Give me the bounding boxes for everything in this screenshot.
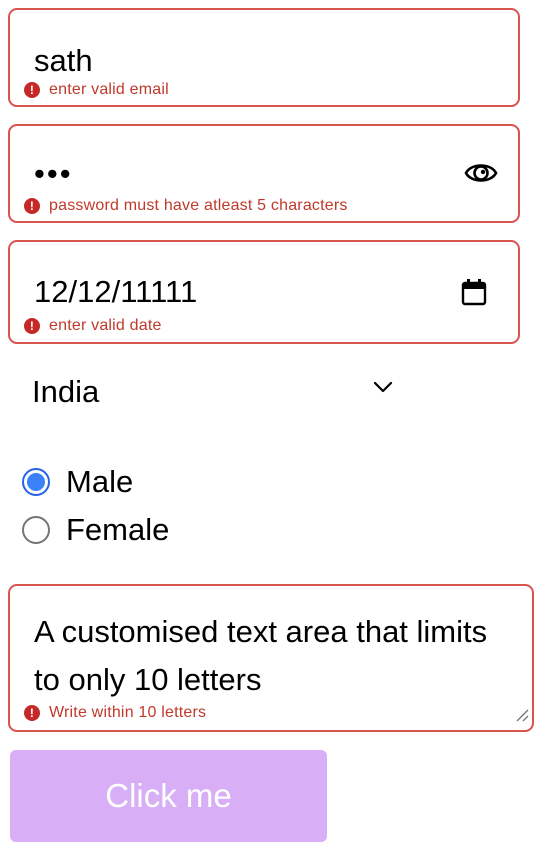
message-textarea[interactable]: A customised text area that limits to on… <box>8 584 534 732</box>
message-error-text: Write within 10 letters <box>49 704 207 721</box>
radio-female[interactable] <box>22 516 50 544</box>
email-error-text: enter valid email <box>49 81 169 98</box>
password-error: ! password must have atleast 5 character… <box>24 197 348 215</box>
calendar-icon[interactable] <box>458 276 490 308</box>
radio-label-female: Female <box>66 512 170 547</box>
submit-button[interactable]: Click me <box>10 750 327 842</box>
radio-male[interactable] <box>22 468 50 496</box>
date-field[interactable]: 12/12/11111 ! enter valid date <box>8 240 520 344</box>
radio-option-female[interactable]: Female <box>22 512 169 548</box>
password-input-value: ••• <box>34 156 73 191</box>
error-icon: ! <box>24 198 40 214</box>
error-icon: ! <box>24 705 40 721</box>
chevron-down-icon <box>372 380 394 399</box>
eye-icon[interactable] <box>463 158 499 188</box>
country-selected-value: India <box>32 374 100 409</box>
radio-label-male: Male <box>66 464 134 499</box>
email-field[interactable]: sath ! enter valid email <box>8 8 520 107</box>
resize-handle-icon[interactable] <box>515 708 529 727</box>
error-icon: ! <box>24 318 40 334</box>
message-textarea-value: A customised text area that limits to on… <box>34 614 488 697</box>
password-field[interactable]: ••• ! password must have atleast 5 chara… <box>8 124 520 223</box>
date-input-value: 12/12/11111 <box>34 274 198 309</box>
email-input-value: sath <box>34 43 93 78</box>
password-error-text: password must have atleast 5 characters <box>49 197 348 214</box>
radio-option-male[interactable]: Male <box>22 464 133 500</box>
date-error: ! enter valid date <box>24 317 162 335</box>
country-select[interactable]: India <box>10 362 410 422</box>
date-error-text: enter valid date <box>49 317 162 334</box>
message-error: ! Write within 10 letters <box>24 704 206 722</box>
error-icon: ! <box>24 82 40 98</box>
email-error: ! enter valid email <box>24 81 169 99</box>
